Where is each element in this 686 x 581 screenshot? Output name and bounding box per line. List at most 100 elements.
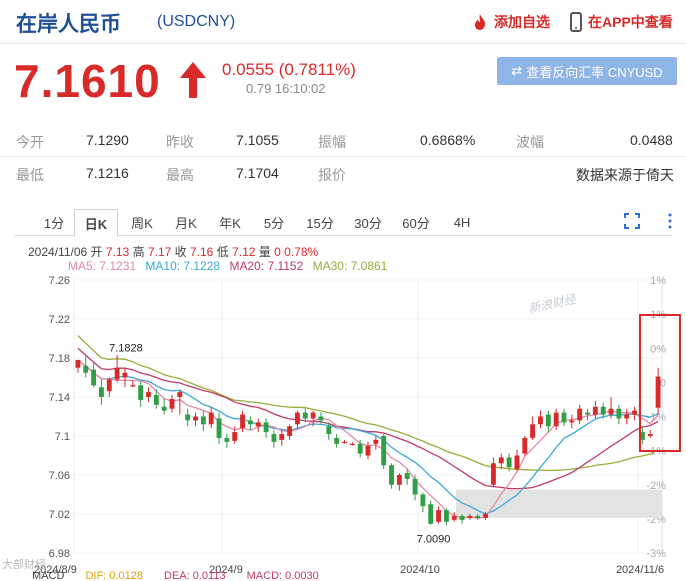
- candle-body: [459, 515, 465, 520]
- open-app-label: 在APP中查看: [588, 14, 673, 30]
- candle-body: [538, 416, 543, 425]
- add-watchlist-button[interactable]: 添加自选: [472, 12, 550, 32]
- data-source: 数据来源于倚天: [576, 167, 674, 183]
- candle-body: [161, 406, 167, 411]
- candle-body: [310, 412, 316, 419]
- candle-body: [185, 414, 191, 421]
- tab-monthly[interactable]: 月K: [166, 209, 206, 236]
- candle-body: [75, 359, 81, 368]
- pct-value: 0.78%: [284, 245, 319, 259]
- tab-30min[interactable]: 30分: [346, 209, 390, 236]
- stat-value: 7.1055: [236, 132, 279, 148]
- candle-body: [357, 443, 363, 454]
- fullscreen-icon[interactable]: [624, 213, 640, 229]
- candle-body: [632, 410, 637, 415]
- candle-body: [530, 424, 536, 438]
- stat-label: 波幅: [516, 134, 544, 150]
- tab-4h[interactable]: 4H: [442, 209, 482, 236]
- candle-body: [608, 408, 614, 415]
- high-value: 7.17: [147, 245, 172, 259]
- tab-60min[interactable]: 60分: [394, 209, 438, 236]
- y-tick-label: 6.98: [49, 548, 70, 560]
- tab-yearly[interactable]: 年K: [210, 209, 250, 236]
- candle-body: [600, 406, 606, 415]
- dea-label: DEA: 0.0113: [164, 570, 226, 581]
- phone-icon: [570, 12, 582, 32]
- stats-panel: 今开 7.1290 昨收 7.1055 振幅 0.6868% 波幅 0.0488…: [0, 124, 686, 188]
- candle-body: [506, 457, 512, 468]
- tab-1min[interactable]: 1分: [34, 209, 74, 236]
- tab-15min[interactable]: 15分: [298, 209, 342, 236]
- tab-5min[interactable]: 5分: [254, 209, 294, 236]
- candle-body: [232, 432, 238, 441]
- stat-label: 昨收: [166, 134, 194, 150]
- ohlc-date: 2024/11/06: [28, 245, 88, 259]
- x-tick-label: 2024/11/6: [616, 564, 664, 576]
- y-tick-label: 7.06: [49, 470, 70, 482]
- candle-body: [146, 392, 151, 397]
- candle-body: [436, 510, 441, 522]
- high-annotation: 7.1828: [109, 342, 143, 354]
- stat-label: 报价: [318, 167, 346, 183]
- candle-body: [177, 392, 183, 397]
- tab-daily[interactable]: 日K: [74, 209, 118, 237]
- page-header: 在岸人民币 (USDCNY) 添加自选 在APP中查看: [0, 0, 686, 44]
- stat-value: 7.1216: [86, 165, 129, 181]
- close-label: 收: [174, 245, 187, 259]
- candle-body: [585, 412, 590, 415]
- candle-body: [302, 412, 308, 419]
- candle-body: [592, 406, 598, 415]
- up-arrow-icon: [180, 62, 206, 98]
- candle-body: [365, 445, 371, 456]
- candle-body: [334, 437, 340, 444]
- low-label: 低: [216, 245, 229, 259]
- stats-row: 今开 7.1290 昨收 7.1055 振幅 0.6868% 波幅 0.0488: [0, 124, 686, 156]
- more-icon[interactable]: [668, 213, 672, 229]
- candle-body: [247, 420, 253, 425]
- candle-body: [569, 420, 575, 423]
- open-app-button[interactable]: 在APP中查看: [570, 12, 673, 32]
- candle-body: [498, 457, 504, 464]
- candle-body: [475, 515, 481, 518]
- page-title: 在岸人民币: [16, 13, 121, 36]
- candle-body: [326, 426, 332, 435]
- candle-body: [420, 494, 426, 507]
- candle-body: [279, 434, 285, 440]
- candle-body: [138, 385, 144, 400]
- candle-body: [318, 416, 324, 421]
- period-tabs: 1分 日K 周K 月K 年K 5分 15分 30分 60分 4H: [14, 209, 672, 237]
- candle-body: [389, 465, 394, 485]
- candle-body: [561, 412, 567, 423]
- candle-body: [404, 473, 410, 479]
- stat-label: 最低: [16, 167, 44, 183]
- currency-code: (USDCNY): [157, 13, 236, 30]
- tab-weekly[interactable]: 周K: [122, 209, 162, 236]
- y-tick-label: 7.02: [49, 509, 70, 521]
- candle-body: [169, 398, 175, 409]
- candle-body: [373, 439, 379, 444]
- stat-label: 最高: [166, 167, 194, 183]
- candle-body: [349, 443, 355, 445]
- open-label: 开: [90, 245, 103, 259]
- candle-body: [381, 436, 387, 466]
- close-value: 7.16: [190, 245, 214, 259]
- candle-body: [624, 414, 630, 419]
- dif-label: DIF: 0.0128: [85, 570, 143, 581]
- current-price: 7.1610: [14, 55, 161, 107]
- candle-body: [240, 414, 245, 429]
- ohlc-info: 2024/11/06 开 7.13 高 7.17 收 7.16 低 7.12 量…: [28, 243, 318, 260]
- candlestick-chart[interactable]: 7.267.227.187.147.17.067.026.981%1%0%0-1…: [0, 262, 686, 581]
- reverse-rate-button[interactable]: ⇄ 查看反向汇率 CNYUSD: [497, 57, 677, 85]
- candle-body: [114, 367, 120, 380]
- candle-body: [577, 408, 583, 421]
- candle-body: [342, 441, 347, 444]
- stats-row: 最低 7.1216 最高 7.1704 报价 数据来源于倚天: [0, 156, 686, 188]
- stat-value: 0.6868%: [420, 132, 476, 148]
- candle-body: [412, 478, 418, 495]
- y-tick-label: 7.22: [49, 314, 70, 326]
- candle-body: [99, 387, 104, 397]
- candle-body: [106, 379, 112, 392]
- candle-body: [428, 504, 434, 524]
- x-tick-label: 2024/10: [400, 564, 440, 576]
- candle-body: [193, 416, 198, 421]
